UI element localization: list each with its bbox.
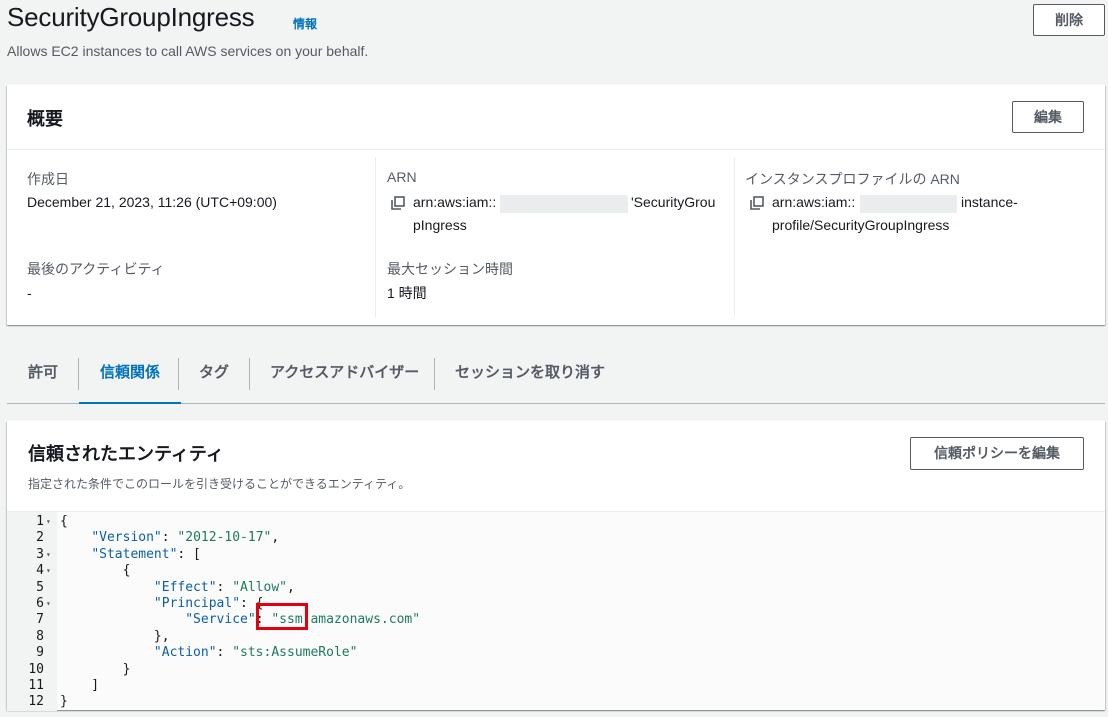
line-number: 6	[36, 596, 44, 611]
line-number: 4	[36, 563, 44, 579]
code-line: 1 ▾ {	[7, 514, 1105, 530]
tab-revoke-sessions[interactable]: セッションを取り消す	[434, 350, 626, 403]
created-value: December 21, 2023, 11:26 (UTC+09:00)	[27, 194, 277, 210]
instance-profile-arn-label: インスタンスプロファイルの ARN	[745, 171, 960, 187]
redacted-account-id	[860, 195, 957, 213]
code-text: "Version": "2012-10-17",	[91, 530, 280, 546]
edit-trust-policy-button[interactable]: 信頼ポリシーを編集	[910, 437, 1084, 470]
line-number: 12	[28, 694, 44, 710]
instance-profile-arn-suffix: instance-	[961, 194, 1018, 210]
line-number: 11	[28, 678, 44, 693]
code-text: "Effect": "Allow",	[153, 579, 295, 595]
code-line: 12}	[7, 694, 1105, 710]
last-activity-label: 最後のアクティビティ	[27, 261, 165, 277]
arn-suffix-continued: pIngress	[413, 217, 467, 233]
code-line: 10 }	[7, 662, 1105, 678]
arn-label: ARN	[387, 169, 417, 185]
code-text: "Statement": [	[91, 546, 201, 562]
tab-tags[interactable]: タグ	[178, 350, 250, 403]
code-line: 7 "Service": "ssm.amazonaws.com"	[7, 612, 1105, 628]
arn-suffix: 'SecurityGrou	[631, 194, 716, 210]
line-number: 8	[36, 628, 44, 644]
code-line: 8 },	[7, 629, 1105, 645]
trusted-entities-title: 信頼されたエンティティ	[28, 444, 224, 464]
tab-trust-relationships[interactable]: 信頼関係	[79, 350, 182, 404]
code-line: 6 ▾ "Principal": {	[7, 596, 1105, 612]
code-line: 4 ▾ {	[7, 563, 1105, 579]
column-divider	[375, 157, 376, 317]
page-description: Allows EC2 instances to call AWS service…	[7, 43, 369, 59]
max-session-label: 最大セッション時間	[387, 261, 513, 277]
code-text: }	[60, 661, 131, 677]
summary-panel: 概要 編集 作成日 December 21, 2023, 11:26 (UTC+…	[7, 85, 1105, 325]
code-text: {	[60, 563, 131, 579]
line-number: 9	[36, 645, 44, 661]
line-number: 1	[36, 514, 44, 529]
fold-toggle-icon[interactable]: ▾	[46, 563, 51, 579]
code-text: },	[60, 628, 170, 644]
code-text: {	[60, 514, 68, 529]
info-link[interactable]: 情報	[293, 15, 317, 32]
code-text: "Principal": {	[153, 596, 264, 611]
line-number: 10	[28, 661, 44, 677]
summary-header: 概要 編集	[7, 85, 1105, 150]
tab-access-advisor[interactable]: アクセスアドバイザー	[249, 350, 440, 403]
summary-title: 概要	[27, 109, 63, 129]
trusted-entities-description: 指定された条件でこのロールを引き受けることができるエンティティ。	[28, 477, 411, 491]
tab-bar: 許可 信頼関係 タグ アクセスアドバイザー セッションを取り消す	[7, 350, 1105, 404]
fold-toggle-icon[interactable]: ▾	[46, 514, 51, 530]
code-text: "Action": "sts:AssumeRole"	[153, 645, 358, 661]
code-line: 2 "Version": "2012-10-17",	[7, 530, 1105, 546]
arn-prefix: arn:aws:iam::	[413, 194, 497, 210]
line-number: 2	[36, 530, 44, 546]
fold-toggle-icon[interactable]: ▾	[46, 596, 51, 612]
code-line: 5 "Effect": "Allow",	[7, 580, 1105, 596]
line-number: 3	[36, 546, 44, 562]
redacted-account-id	[500, 195, 628, 213]
fold-toggle-icon[interactable]: ▾	[46, 547, 51, 563]
tab-permissions[interactable]: 許可	[7, 350, 79, 403]
copy-icon[interactable]	[750, 196, 764, 210]
code-text: ]	[60, 678, 100, 693]
line-number: 5	[36, 579, 44, 595]
code-line: 9 "Action": "sts:AssumeRole"	[7, 645, 1105, 661]
last-activity-value: -	[27, 285, 32, 301]
instance-profile-arn-prefix: arn:aws:iam::	[772, 194, 856, 210]
page-header: SecurityGroupIngress 情報 Allows EC2 insta…	[7, 0, 1107, 70]
edit-button[interactable]: 編集	[1012, 101, 1084, 133]
code-line: 11 ]	[7, 678, 1105, 694]
line-number: 7	[36, 612, 44, 628]
max-session-value: 1 時間	[387, 285, 427, 301]
instance-profile-arn-suffix-continued: profile/SecurityGroupIngress	[772, 217, 950, 233]
page-title: SecurityGroupIngress	[7, 2, 255, 32]
delete-button[interactable]: 削除	[1033, 4, 1105, 36]
copy-icon[interactable]	[391, 196, 405, 210]
column-divider	[734, 157, 735, 317]
trusted-entities-panel: 信頼されたエンティティ 指定された条件でこのロールを引き受けることができるエンテ…	[7, 421, 1105, 711]
code-text: "Service": "ssm.amazonaws.com"	[185, 612, 421, 628]
created-label: 作成日	[27, 171, 69, 187]
policy-code-editor[interactable]: 1 ▾{2 "Version": "2012-10-17", 3 ▾ "Stateme…	[7, 511, 1105, 711]
code-text: }	[60, 694, 68, 710]
code-line: 3 ▾ "Statement": [	[7, 547, 1105, 563]
highlight-annotation	[256, 603, 308, 630]
